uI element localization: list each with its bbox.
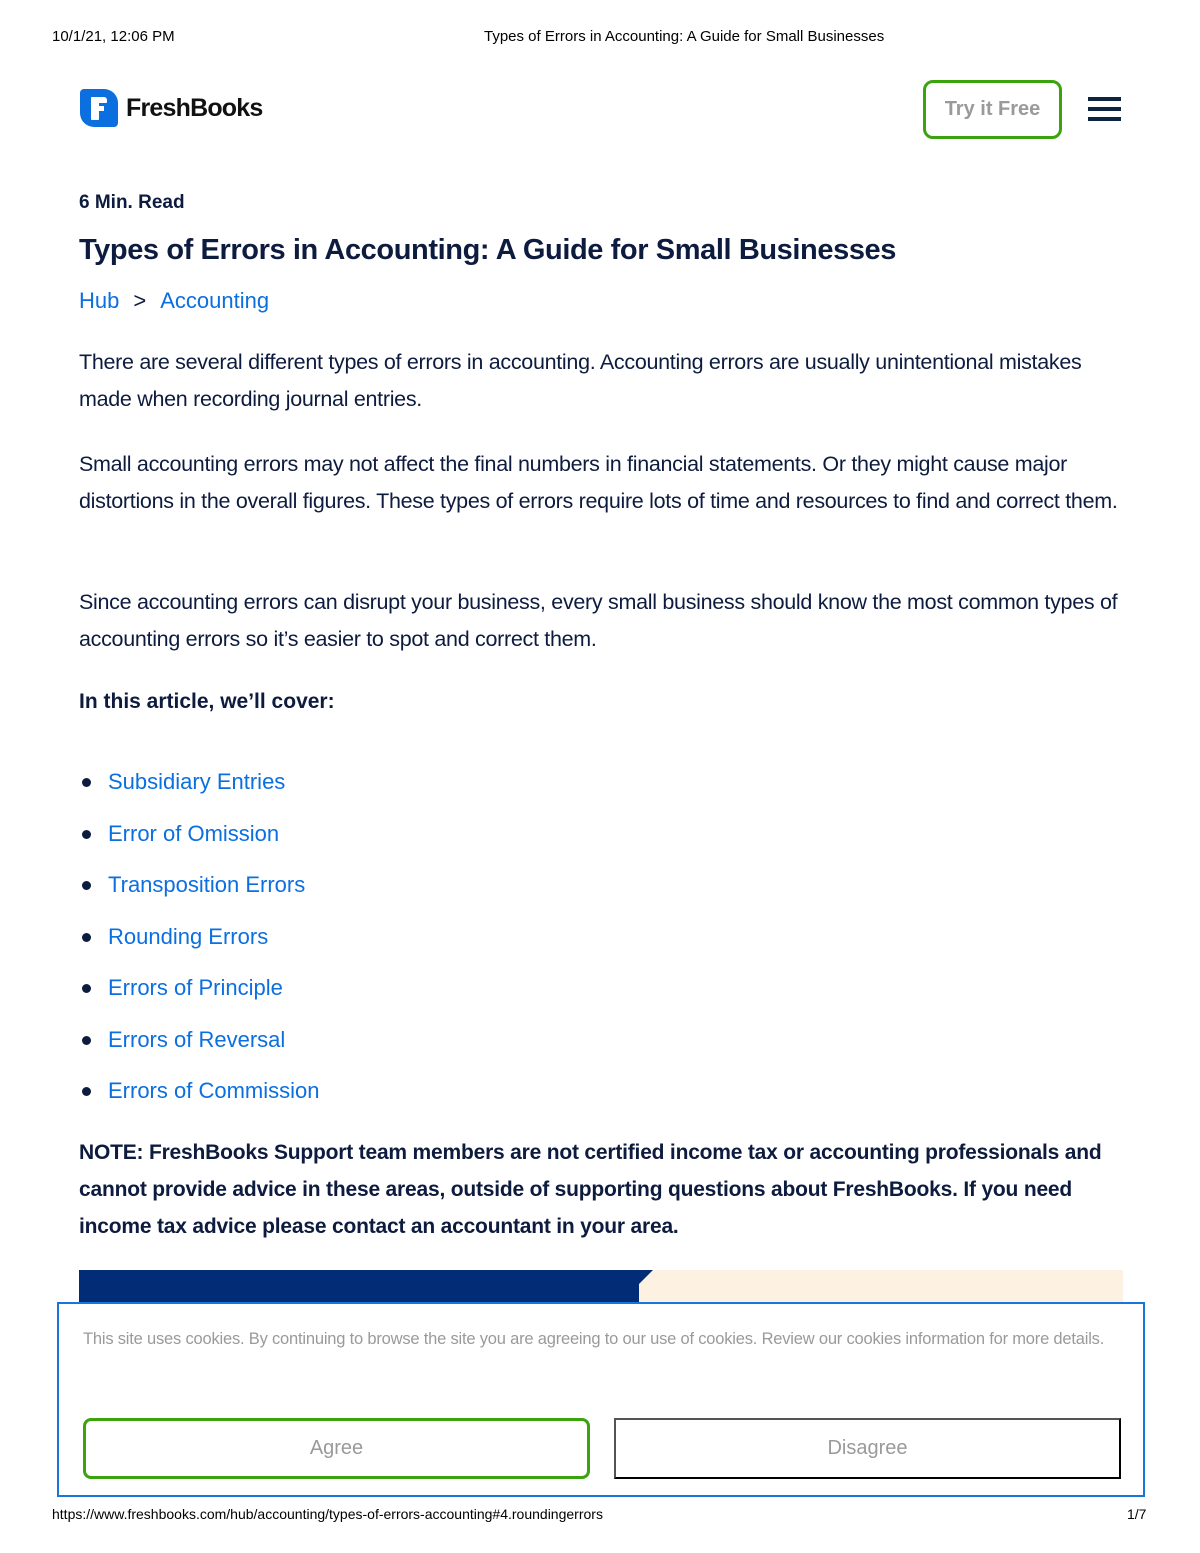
toc-item: Transposition Errors (79, 867, 319, 919)
cookie-consent-dialog: This site uses cookies. By continuing to… (57, 1302, 1145, 1497)
toc-link-transposition-errors[interactable]: Transposition Errors (108, 867, 305, 903)
breadcrumb: Hub > Accounting (79, 288, 269, 314)
breadcrumb-accounting-link[interactable]: Accounting (160, 288, 269, 314)
print-document-title: Types of Errors in Accounting: A Guide f… (484, 28, 885, 45)
read-time: 6 Min. Read (79, 192, 185, 213)
body-paragraph: Since accounting errors can disrupt your… (79, 590, 1118, 651)
logo-text: FreshBooks (126, 93, 263, 122)
cookie-message: This site uses cookies. By continuing to… (83, 1330, 1105, 1348)
toc-link-errors-of-principle[interactable]: Errors of Principle (108, 970, 283, 1006)
toc-item: Errors of Principle (79, 970, 319, 1022)
print-header: 10/1/21, 12:06 PM Types of Errors in Acc… (0, 28, 1200, 48)
freshbooks-logo[interactable]: FreshBooks (80, 89, 263, 127)
article-title: Types of Errors in Accounting: A Guide f… (79, 234, 897, 266)
try-it-free-button[interactable]: Try it Free (923, 80, 1062, 139)
freshbooks-f-logo-icon (80, 89, 118, 127)
toc-link-subsidiary-entries[interactable]: Subsidiary Entries (108, 764, 285, 800)
toc-item: Errors of Reversal (79, 1022, 319, 1074)
bullet-icon (82, 932, 91, 942)
bullet-icon (82, 1087, 91, 1096)
site-header: FreshBooks Try it Free (0, 80, 1200, 140)
print-url: https://www.freshbooks.com/hub/accountin… (52, 1506, 603, 1522)
body-paragraph: Small accounting errors may not affect t… (79, 452, 1118, 513)
disclaimer-note: NOTE: FreshBooks Support team members ar… (79, 1141, 1102, 1238)
bullet-icon (82, 881, 91, 890)
promo-banner (79, 1270, 1123, 1304)
bullet-icon (82, 778, 91, 787)
toc-item: Rounding Errors (79, 919, 319, 971)
print-datetime: 10/1/21, 12:06 PM (52, 28, 175, 45)
toc-item: Errors of Commission (79, 1073, 319, 1125)
toc-link-errors-of-reversal[interactable]: Errors of Reversal (108, 1022, 285, 1058)
toc-item: Error of Omission (79, 816, 319, 868)
agree-button[interactable]: Agree (83, 1418, 590, 1479)
bullet-icon (82, 1035, 91, 1045)
breadcrumb-separator: > (133, 288, 147, 313)
breadcrumb-hub-link[interactable]: Hub (79, 288, 119, 314)
toc-link-rounding-errors[interactable]: Rounding Errors (108, 919, 268, 955)
intro-paragraph: There are several different types of err… (79, 350, 1082, 411)
toc-link-errors-of-commission[interactable]: Errors of Commission (108, 1073, 319, 1109)
bullet-icon (82, 984, 91, 993)
hamburger-menu-icon[interactable] (1088, 97, 1121, 121)
toc-heading: In this article, we’ll cover: (79, 690, 335, 713)
table-of-contents: Subsidiary Entries Error of Omission Tra… (79, 764, 319, 1125)
banner-slant (619, 1270, 653, 1304)
disagree-button[interactable]: Disagree (614, 1418, 1121, 1479)
page-number: 1/7 (1127, 1506, 1147, 1522)
banner-navy-section (79, 1270, 639, 1304)
toc-item: Subsidiary Entries (79, 764, 319, 816)
bullet-icon (82, 829, 91, 839)
toc-link-error-of-omission[interactable]: Error of Omission (108, 816, 279, 852)
